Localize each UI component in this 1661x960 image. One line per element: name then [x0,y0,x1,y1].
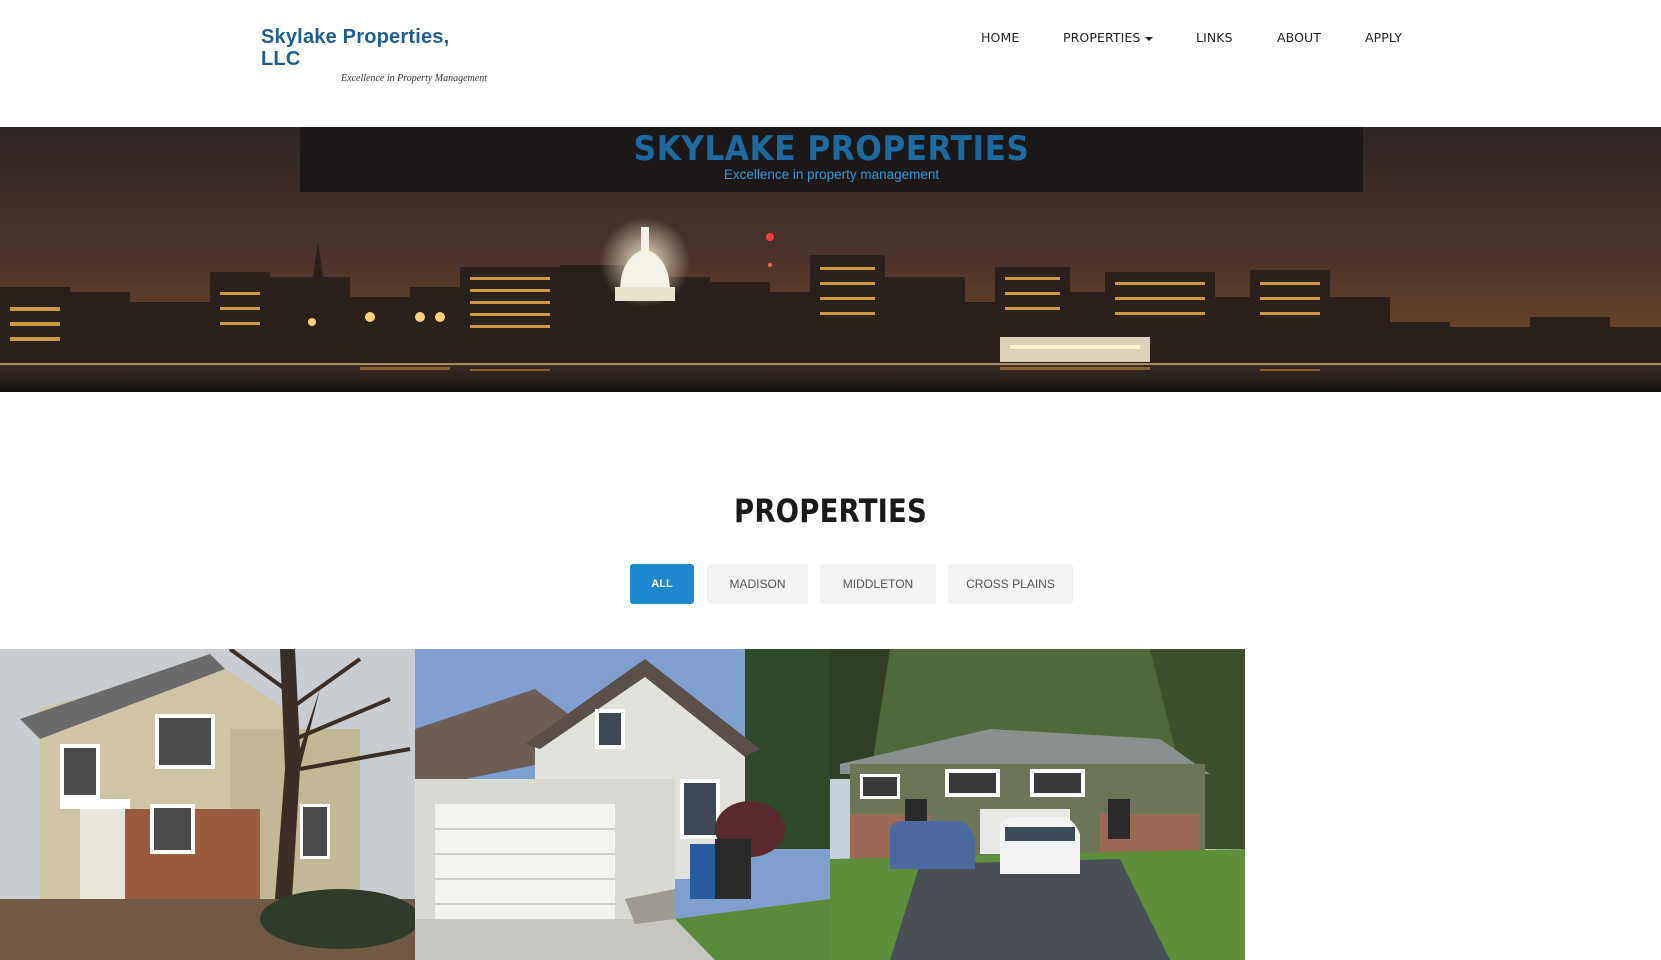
logo-tagline: Excellence in Property Management [341,73,487,84]
property-photo-1[interactable] [0,649,415,960]
nav-apply[interactable]: APPLY [1365,30,1402,45]
property-photo-2[interactable] [415,649,830,960]
caret-down-icon [1145,36,1154,41]
filter-all-button[interactable]: ALL [630,564,694,604]
hero-subtitle: Excellence in property management [723,167,940,182]
hero-banner: SKYLAKE PROPERTIES Excellence in propert… [0,127,1661,392]
filter-cross-plains-button[interactable]: CROSS PLAINS [948,564,1073,604]
main-nav: HOME PROPERTIES LINKS ABOUT APPLY [0,30,1661,52]
filter-middleton-button[interactable]: MIDDLETON [820,564,936,604]
property-filters: ALL MADISON MIDDLETON CROSS PLAINS [0,564,1661,604]
property-gallery [0,649,1245,960]
property-photo-3[interactable] [830,649,1245,960]
filter-madison-button[interactable]: MADISON [707,564,808,604]
properties-heading: PROPERTIES [733,492,928,530]
nav-home[interactable]: HOME [981,30,1019,45]
site-header: Skylake Properties, LLC Excellence in Pr… [0,0,1661,127]
hero-title-band: SKYLAKE PROPERTIES Excellence in propert… [300,127,1363,192]
nav-about[interactable]: ABOUT [1277,30,1321,45]
hero-title: SKYLAKE PROPERTIES [633,129,1030,169]
nav-links[interactable]: LINKS [1196,30,1233,45]
nav-properties-label: PROPERTIES [1063,30,1141,45]
nav-properties[interactable]: PROPERTIES [1063,30,1154,45]
